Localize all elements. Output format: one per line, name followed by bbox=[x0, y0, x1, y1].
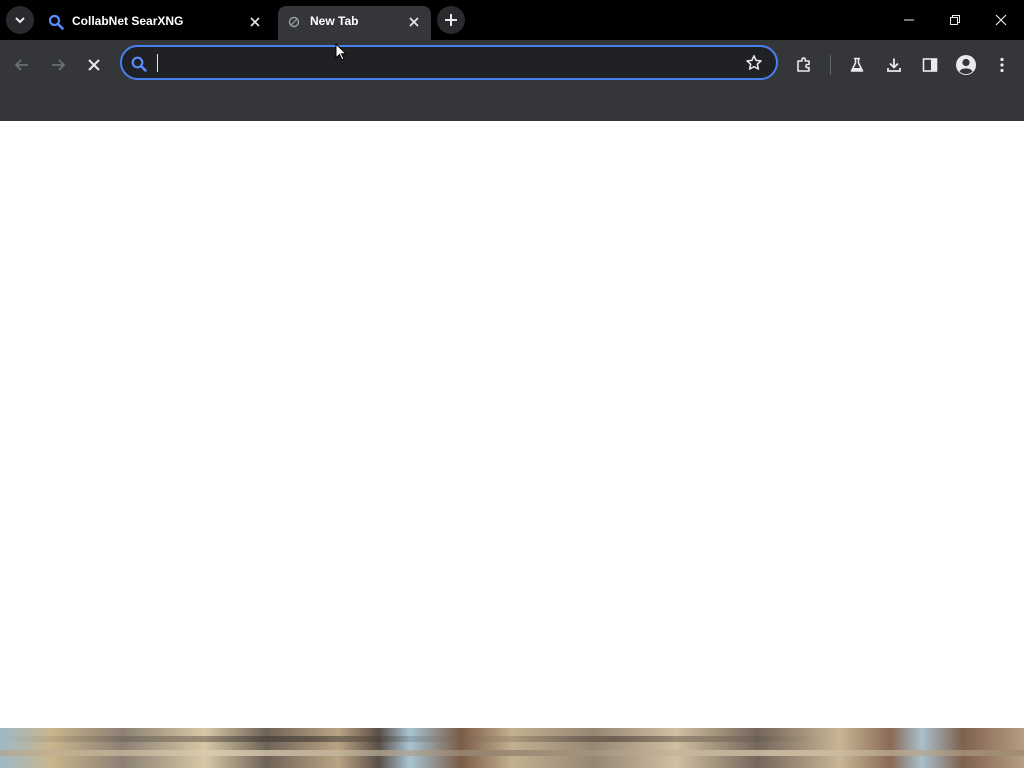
close-icon bbox=[995, 14, 1007, 26]
mouse-cursor-icon bbox=[335, 43, 347, 61]
forward-icon bbox=[52, 59, 66, 71]
address-input[interactable] bbox=[156, 53, 726, 73]
page-content bbox=[0, 121, 1024, 728]
close-window-button[interactable] bbox=[978, 0, 1024, 40]
address-bar[interactable] bbox=[120, 45, 778, 80]
restore-button[interactable] bbox=[932, 0, 978, 40]
tab-new-tab[interactable]: New Tab bbox=[278, 6, 431, 40]
download-icon bbox=[887, 58, 901, 72]
restore-icon bbox=[950, 15, 960, 25]
bookmark-star-icon[interactable] bbox=[744, 53, 764, 73]
minimize-button[interactable] bbox=[886, 0, 932, 40]
browser-menu-button[interactable] bbox=[988, 51, 1016, 79]
taskbar-image-strip bbox=[0, 728, 1024, 768]
profile-icon bbox=[956, 55, 976, 75]
title-bar: CollabNet SearXNG New Tab bbox=[0, 0, 1024, 40]
toolbar bbox=[0, 40, 1024, 121]
back-icon bbox=[14, 59, 28, 71]
tab-title: CollabNet SearXNG bbox=[72, 14, 184, 28]
plus-icon bbox=[445, 14, 457, 26]
profile-button[interactable] bbox=[952, 51, 980, 79]
forward-button[interactable] bbox=[44, 51, 72, 79]
text-caret bbox=[157, 54, 158, 72]
extensions-icon bbox=[797, 57, 810, 72]
stop-icon bbox=[88, 59, 100, 71]
toolbar-divider bbox=[830, 55, 831, 75]
chevron-down-icon bbox=[15, 17, 25, 24]
tab-title: New Tab bbox=[310, 14, 359, 28]
tab-collabnet-searxng[interactable]: CollabNet SearXNG bbox=[40, 6, 272, 40]
globe-icon bbox=[286, 14, 302, 30]
search-icon bbox=[48, 14, 64, 30]
menu-icon bbox=[1000, 57, 1004, 73]
side-panel-icon bbox=[922, 58, 938, 72]
close-tab-icon[interactable] bbox=[246, 13, 264, 31]
extensions-button[interactable] bbox=[790, 51, 818, 79]
minimize-icon bbox=[904, 19, 914, 21]
back-button[interactable] bbox=[8, 51, 36, 79]
stop-loading-button[interactable] bbox=[80, 51, 108, 79]
labs-flask-icon bbox=[850, 57, 864, 72]
search-icon bbox=[131, 56, 147, 72]
tab-search-button[interactable] bbox=[6, 6, 34, 34]
downloads-button[interactable] bbox=[880, 51, 908, 79]
new-tab-button[interactable] bbox=[437, 6, 465, 34]
close-tab-icon[interactable] bbox=[405, 13, 423, 31]
side-panel-button[interactable] bbox=[916, 51, 944, 79]
labs-button[interactable] bbox=[843, 51, 871, 79]
